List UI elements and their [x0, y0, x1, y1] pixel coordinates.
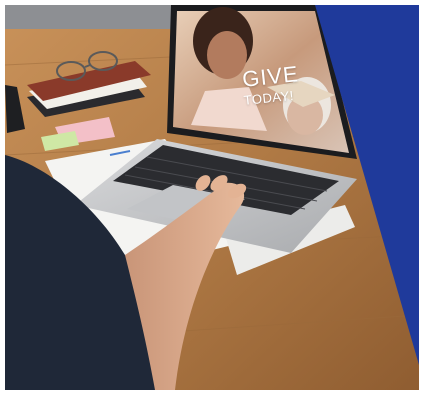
photo-illustration [5, 5, 419, 390]
background-wall [5, 5, 185, 29]
photo-scene: GIVE TODAY! [5, 5, 419, 390]
